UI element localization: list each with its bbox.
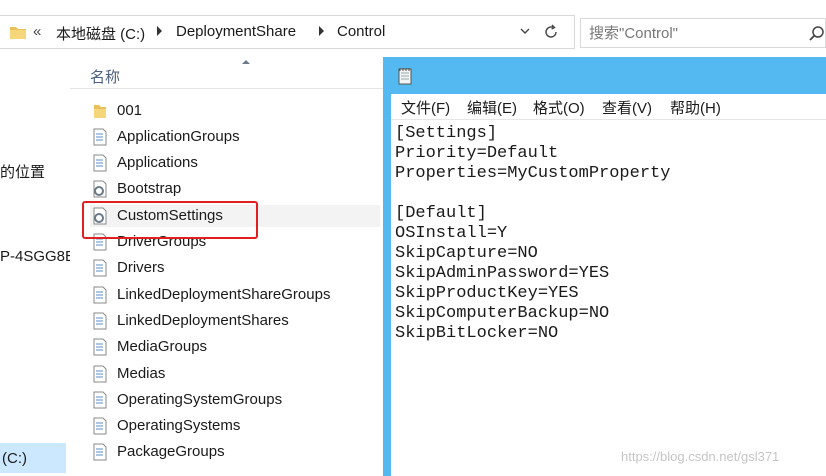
- file-row-medias[interactable]: Medias: [90, 363, 380, 385]
- address-overflow[interactable]: «: [33, 23, 41, 40]
- nav-item-location[interactable]: 的位置: [0, 161, 45, 182]
- nav-item-drive-c[interactable]: (C:): [0, 443, 66, 473]
- file-row-linkeddeploymentshares[interactable]: LinkedDeploymentShares: [90, 310, 380, 332]
- text-line: SkipComputerBackup=NO: [395, 304, 610, 323]
- file-name: Medias: [117, 365, 166, 382]
- file-name: LinkedDeploymentShareGroups: [117, 286, 331, 303]
- file-name: Applications: [117, 154, 198, 171]
- file-row-bootstrap[interactable]: Bootstrap: [90, 178, 380, 200]
- file-row-001[interactable]: 001: [90, 100, 380, 122]
- text-line: SkipBitLocker=NO: [395, 324, 559, 343]
- xml-file-icon: [93, 154, 107, 172]
- search-box[interactable]: [580, 18, 826, 48]
- explorer-window: « 本地磁盘 (C:) DeploymentShare Control 的位置 …: [0, 0, 826, 476]
- menu-help[interactable]: 帮助(H): [670, 97, 721, 118]
- notepad-window: 文件(F) 编辑(E) 格式(O) 查看(V) 帮助(H) [Settings]…: [383, 57, 826, 476]
- file-row-drivers[interactable]: Drivers: [90, 257, 380, 279]
- menu-edit[interactable]: 编辑(E): [467, 97, 517, 118]
- file-row-packagegroups[interactable]: PackageGroups: [90, 441, 380, 463]
- notepad-titlebar[interactable]: [383, 57, 826, 93]
- navigation-pane: 的位置 P-4SGG8B: [0, 58, 75, 476]
- xml-file-icon: [93, 259, 107, 277]
- menu-format[interactable]: 格式(O): [533, 97, 585, 118]
- menu-view[interactable]: 查看(V): [602, 97, 652, 118]
- file-name: MediaGroups: [117, 338, 208, 355]
- text-line: SkipAdminPassword=YES: [395, 264, 610, 283]
- settings-file-icon: [93, 180, 107, 198]
- file-name: OperatingSystemGroups: [117, 391, 283, 408]
- text-line: SkipCapture=NO: [395, 244, 538, 263]
- search-icon[interactable]: [808, 25, 826, 43]
- text-line: [Settings]: [395, 124, 498, 143]
- file-name: Drivers: [117, 259, 165, 276]
- highlight-annotation: [82, 201, 258, 239]
- breadcrumb-deploymentshare[interactable]: DeploymentShare: [176, 23, 296, 40]
- file-row-linkeddeploymentsharegroups[interactable]: LinkedDeploymentShareGroups: [90, 284, 380, 306]
- watermark: https://blog.csdn.net/gsl371: [621, 449, 780, 464]
- breadcrumb-control[interactable]: Control: [337, 23, 385, 40]
- folder-icon: [94, 105, 106, 118]
- file-name: 001: [117, 102, 143, 119]
- notepad-icon: [398, 68, 412, 85]
- breadcrumb-chevron-icon[interactable]: [157, 26, 162, 36]
- xml-file-icon: [93, 128, 107, 146]
- xml-file-icon: [93, 443, 107, 461]
- file-name: LinkedDeploymentShares: [117, 312, 289, 329]
- breadcrumb-drive[interactable]: 本地磁盘 (C:): [56, 23, 145, 44]
- xml-file-icon: [93, 286, 107, 304]
- sort-ascending-icon: [242, 60, 250, 64]
- folder-icon: [10, 27, 26, 39]
- file-row-mediagroups[interactable]: MediaGroups: [90, 336, 380, 358]
- refresh-icon[interactable]: [543, 24, 559, 40]
- search-input[interactable]: [589, 22, 794, 44]
- file-name: Bootstrap: [117, 180, 182, 197]
- text-line: Properties=MyCustomProperty: [395, 164, 671, 183]
- file-row-applications[interactable]: Applications: [90, 152, 380, 174]
- file-name: OperatingSystems: [117, 417, 241, 434]
- header-divider: [70, 88, 384, 89]
- breadcrumb-chevron-icon[interactable]: [319, 26, 324, 36]
- file-name: PackageGroups: [117, 443, 225, 460]
- xml-file-icon: [93, 338, 107, 356]
- menu-file[interactable]: 文件(F): [401, 97, 450, 118]
- file-list: 名称 001 ApplicationGroups Applications Bo…: [70, 58, 384, 476]
- text-line: OSInstall=Y: [395, 224, 508, 243]
- ribbon-strip: [0, 0, 826, 14]
- xml-file-icon: [93, 365, 107, 383]
- address-bar[interactable]: « 本地磁盘 (C:) DeploymentShare Control: [0, 15, 575, 49]
- notepad-text-area[interactable]: [Settings] Priority=Default Properties=M…: [391, 119, 826, 476]
- xml-file-icon: [93, 417, 107, 435]
- notepad-menubar: 文件(F) 编辑(E) 格式(O) 查看(V) 帮助(H): [391, 94, 826, 119]
- text-line: Priority=Default: [395, 144, 559, 163]
- chevron-down-icon[interactable]: [519, 25, 531, 37]
- nav-drive-label: (C:): [2, 450, 27, 467]
- file-row-operatingsystemgroups[interactable]: OperatingSystemGroups: [90, 389, 380, 411]
- nav-item-computer[interactable]: P-4SGG8B: [0, 248, 75, 265]
- xml-file-icon: [93, 312, 107, 330]
- file-row-operatingsystems[interactable]: OperatingSystems: [90, 415, 380, 437]
- xml-file-icon: [93, 391, 107, 409]
- text-line: SkipProductKey=YES: [395, 284, 579, 303]
- file-name: ApplicationGroups: [117, 128, 240, 145]
- text-line: [Default]: [395, 204, 487, 223]
- column-header-name[interactable]: 名称: [90, 66, 120, 87]
- file-row-applicationgroups[interactable]: ApplicationGroups: [90, 126, 380, 148]
